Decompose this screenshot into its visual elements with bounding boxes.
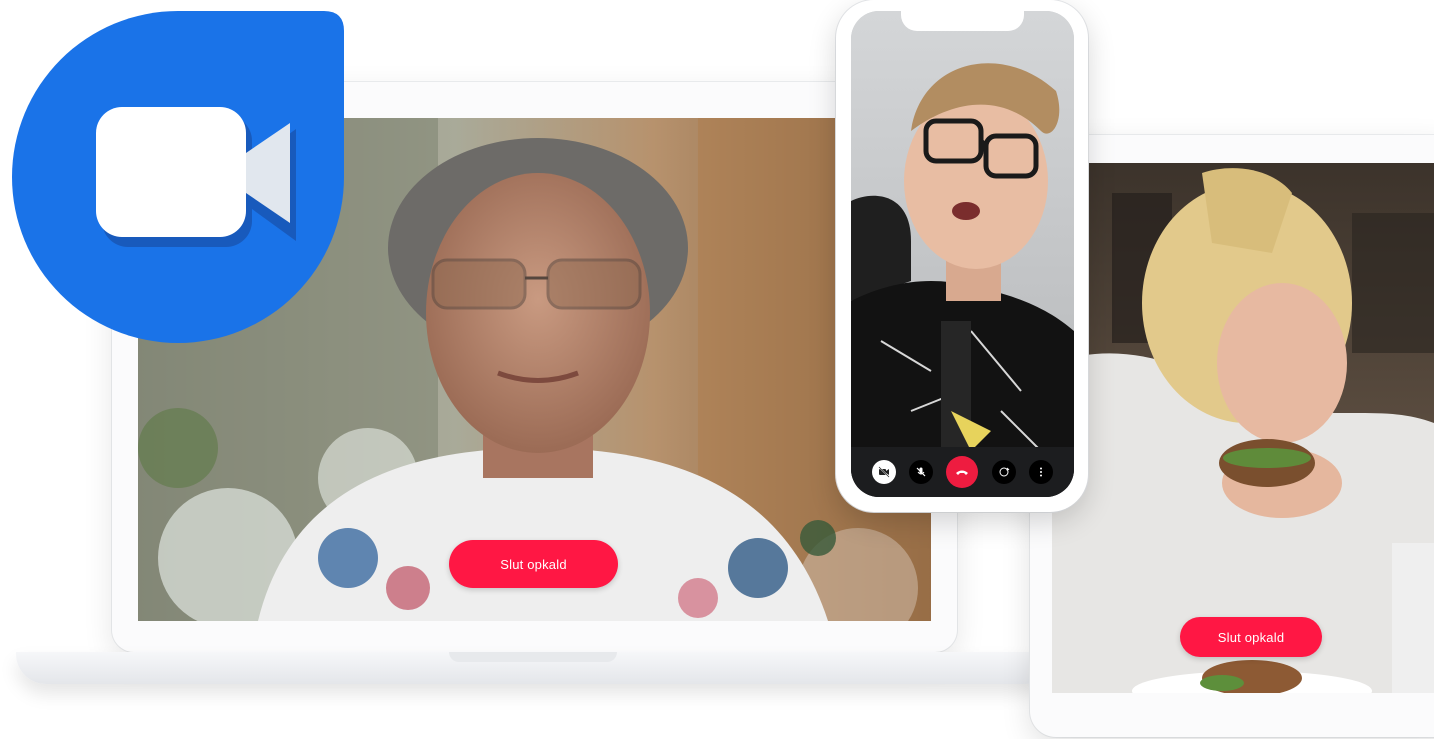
camera-off-button[interactable]	[871, 460, 896, 484]
video-image-woman-eating	[1052, 163, 1434, 693]
mic-off-icon	[916, 467, 926, 477]
google-duo-logo	[12, 11, 344, 343]
phone-notch	[901, 11, 1024, 31]
video-image-boy	[851, 11, 1074, 497]
more-options-button[interactable]	[1029, 460, 1054, 484]
end-call-phone-button[interactable]	[946, 456, 979, 488]
switch-camera-icon	[999, 467, 1010, 477]
tablet-video-feed	[1052, 163, 1434, 693]
mute-mic-button[interactable]	[909, 460, 934, 484]
switch-camera-button[interactable]	[991, 460, 1016, 484]
end-call-button[interactable]: Slut opkald	[449, 540, 618, 588]
phone-call-controls	[851, 447, 1074, 497]
end-call-icon	[956, 470, 969, 475]
phone-video-feed	[851, 11, 1074, 497]
more-icon	[1040, 467, 1043, 477]
camera-off-icon	[878, 466, 890, 478]
video-camera-icon	[12, 11, 344, 343]
end-call-button-tablet[interactable]: Slut opkald	[1180, 617, 1322, 657]
laptop-hinge-notch	[449, 652, 617, 662]
